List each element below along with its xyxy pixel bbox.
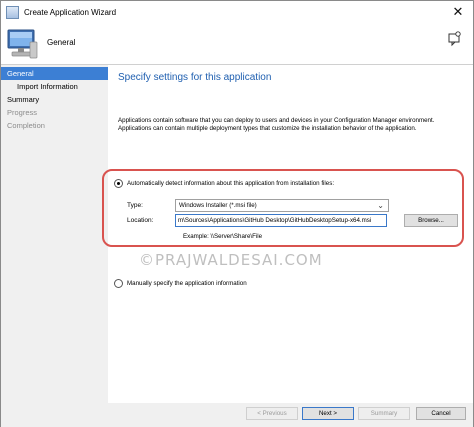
auto-detect-radio[interactable] — [114, 179, 123, 188]
cancel-button[interactable]: Cancel — [416, 407, 466, 420]
nav-item-import-information[interactable]: Import Information — [1, 80, 108, 93]
manual-radio[interactable] — [114, 279, 123, 288]
type-select-value: Windows Installer (*.msi file) — [179, 202, 257, 209]
wizard-nav: General Import Information Summary Progr… — [1, 65, 108, 403]
wizard-window: Create Application Wizard ✕ General Gene… — [0, 0, 474, 427]
intro-text: Applications contain software that you c… — [118, 117, 435, 132]
page-heading: Specify settings for this application — [118, 72, 272, 83]
close-icon[interactable]: ✕ — [443, 1, 473, 23]
location-input[interactable]: m\Sources\Applications\GitHub Desktop\Gi… — [175, 214, 387, 227]
page-name: General — [47, 38, 76, 47]
nav-item-general[interactable]: General — [1, 67, 108, 80]
computer-icon — [7, 29, 38, 59]
watermark-text: ©PRAJWALDESAI.COM — [139, 251, 323, 269]
type-select[interactable]: Windows Installer (*.msi file) ⌄ — [175, 199, 389, 212]
chevron-down-icon: ⌄ — [377, 201, 384, 210]
type-label: Type: — [127, 202, 143, 209]
previous-button[interactable]: < Previous — [246, 407, 298, 420]
window-icon — [6, 5, 19, 19]
nav-item-summary[interactable]: Summary — [1, 93, 108, 106]
location-example: Example: \\Server\Share\File — [183, 233, 263, 240]
browse-button[interactable]: Browse... — [404, 214, 458, 227]
summary-button[interactable]: Summary — [358, 407, 410, 420]
nav-item-completion: Completion — [7, 121, 45, 130]
title-bar[interactable]: Create Application Wizard ✕ — [1, 1, 473, 23]
wizard-header: General — [1, 23, 473, 65]
help-icon[interactable] — [446, 31, 462, 47]
window-title: Create Application Wizard — [24, 7, 117, 17]
location-label: Location: — [127, 217, 154, 224]
nav-item-progress: Progress — [7, 108, 38, 117]
auto-detect-label: Automatically detect information about t… — [127, 180, 335, 187]
wizard-footer: < Previous Next > Summary Cancel — [1, 403, 473, 427]
manual-label: Manually specify the application informa… — [127, 280, 247, 287]
next-button[interactable]: Next > — [302, 407, 354, 420]
